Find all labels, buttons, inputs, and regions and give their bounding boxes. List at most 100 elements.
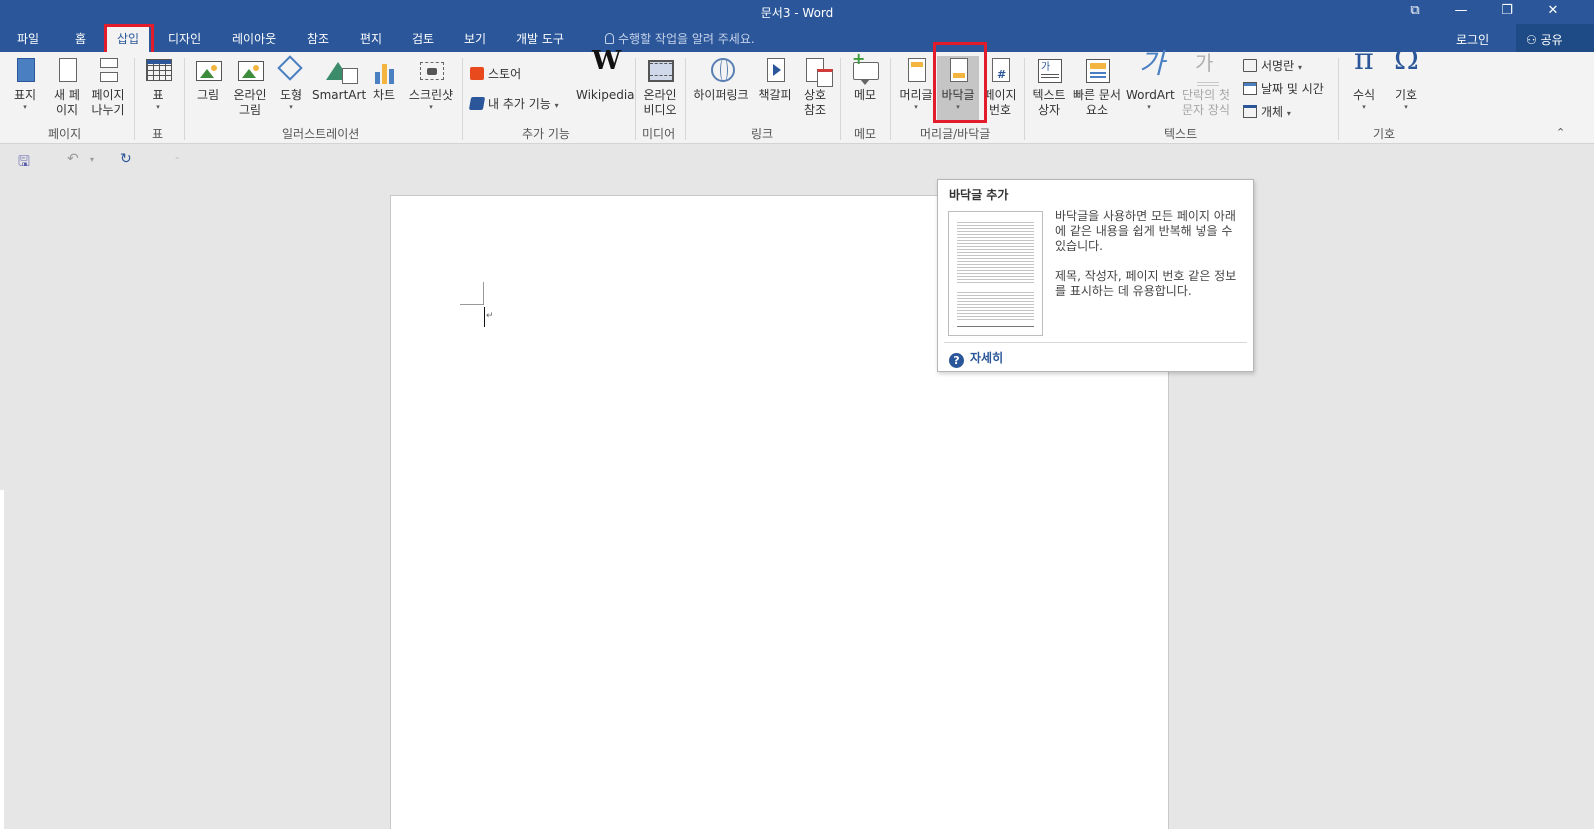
- ribbon-display-options-button[interactable]: ⧉: [1392, 0, 1438, 24]
- store-button[interactable]: 스토어: [470, 65, 521, 82]
- comment-icon: [851, 51, 879, 86]
- table-label: 표: [152, 88, 164, 102]
- collapse-ribbon-icon[interactable]: ⌃: [1556, 126, 1565, 139]
- group-divider: [184, 58, 185, 140]
- tab-home[interactable]: 홈: [75, 30, 86, 47]
- undo-icon[interactable]: ↶: [67, 151, 79, 167]
- tab-mailings[interactable]: 편지: [360, 30, 382, 47]
- signature-icon: [1243, 59, 1257, 72]
- page-break-icon: [94, 56, 122, 86]
- blank-page-icon: [53, 56, 81, 86]
- signature-line-button[interactable]: 서명란 ▾: [1243, 57, 1302, 74]
- cover-page-icon: [11, 56, 39, 86]
- person-icon: ⚇: [1526, 33, 1541, 47]
- quick-parts-icon: [1083, 56, 1111, 86]
- group-divider: [840, 58, 841, 140]
- signature-label: 서명란: [1261, 59, 1295, 73]
- group-text-label: 텍스트: [1164, 127, 1198, 141]
- drop-cap-label-2: 문자 장식: [1182, 103, 1230, 117]
- login-link[interactable]: 로그인: [1456, 31, 1489, 48]
- cross-reference-button[interactable]: 상호 참조: [800, 56, 833, 118]
- tell-me-box[interactable]: 수행할 작업을 알려 주세요.: [605, 30, 755, 47]
- equation-button[interactable]: π 수식 ▾: [1348, 45, 1380, 112]
- bookmark-button[interactable]: 책갈피: [756, 56, 794, 103]
- symbol-button[interactable]: Ω 기호 ▾: [1390, 45, 1422, 112]
- screenshot-button[interactable]: 스크린샷 ▾: [405, 56, 457, 112]
- wordart-button[interactable]: 가 WordArt ▾: [1126, 50, 1175, 112]
- online-pictures-icon: [236, 56, 264, 86]
- cross-reference-label-2: 참조: [803, 103, 827, 117]
- restore-button[interactable]: ❐: [1484, 0, 1530, 24]
- left-strip: [0, 490, 4, 829]
- tab-layout[interactable]: 레이아웃: [232, 30, 276, 47]
- object-button[interactable]: 개체 ▾: [1243, 103, 1291, 120]
- lightbulb-icon: [605, 33, 614, 44]
- group-divider: [462, 58, 463, 140]
- smartart-icon: [324, 56, 358, 86]
- minimize-button[interactable]: —: [1438, 0, 1484, 24]
- date-time-button[interactable]: 날짜 및 시간: [1243, 80, 1324, 97]
- tell-me-more-link[interactable]: ? 자세히: [949, 349, 1003, 368]
- wikipedia-icon: W: [592, 46, 622, 76]
- group-symbols-label: 기호: [1373, 127, 1396, 141]
- blank-page-button[interactable]: 새 페 이지: [50, 56, 84, 118]
- group-header-footer-label: 머리글/바닥글: [920, 127, 991, 141]
- group-divider: [1338, 58, 1339, 140]
- text-box-icon: [1035, 56, 1063, 86]
- text-cursor: [484, 307, 485, 327]
- tooltip-title: 바닥글 추가: [949, 188, 1009, 202]
- blank-page-label-2: 이지: [55, 103, 79, 117]
- tab-references[interactable]: 참조: [307, 30, 329, 47]
- hyperlink-icon: [707, 56, 735, 86]
- group-tables-label: 표: [152, 127, 164, 141]
- tell-me-text: 수행할 작업을 알려 주세요.: [618, 32, 755, 46]
- tab-design[interactable]: 디자인: [168, 30, 201, 47]
- table-button[interactable]: 표 ▾: [143, 56, 173, 112]
- online-video-button[interactable]: 온라인 비디오: [640, 56, 680, 118]
- group-divider: [890, 58, 891, 140]
- header-button[interactable]: 머리글 ▾: [896, 56, 936, 112]
- chart-button[interactable]: 차트: [369, 56, 399, 103]
- wikipedia-label: Wikipedia: [576, 88, 635, 102]
- wikipedia-button[interactable]: W Wikipedia: [576, 46, 635, 103]
- my-addins-button[interactable]: 내 추가 기능 ▾: [468, 95, 559, 112]
- wordart-label: WordArt: [1126, 88, 1175, 102]
- shapes-button[interactable]: 도형 ▾: [276, 55, 306, 112]
- page-number-icon: [986, 56, 1014, 86]
- group-addins-label: 추가 기능: [522, 127, 570, 141]
- cover-page-button[interactable]: 표지 ▾: [10, 56, 40, 112]
- group-media-label: 미디어: [642, 127, 676, 141]
- chart-icon: [370, 56, 398, 86]
- drop-cap-icon: 가: [1195, 51, 1220, 88]
- table-icon: [144, 56, 172, 86]
- page-break-button[interactable]: 페이지 나누기: [88, 56, 128, 118]
- store-icon: [470, 67, 484, 80]
- share-button[interactable]: ⚇ 공유: [1516, 24, 1594, 52]
- quick-parts-button[interactable]: 빠른 문서 요소: [1070, 56, 1124, 118]
- hyperlink-button[interactable]: 하이퍼링크: [690, 56, 752, 103]
- text-box-button[interactable]: 텍스트 상자: [1030, 56, 1068, 118]
- tab-file[interactable]: 파일: [17, 30, 39, 47]
- close-button[interactable]: ✕: [1530, 0, 1576, 24]
- tab-developer[interactable]: 개발 도구: [516, 30, 564, 47]
- tab-review[interactable]: 검토: [412, 30, 434, 47]
- comment-label: 메모: [853, 88, 877, 102]
- drop-cap-button: 가 단락의 첫 문자 장식: [1176, 51, 1236, 118]
- smartart-button[interactable]: SmartArt: [312, 56, 366, 103]
- comment-button[interactable]: 메모: [849, 51, 881, 103]
- tooltip-divider: [944, 342, 1247, 343]
- save-icon[interactable]: 🖫: [18, 151, 30, 175]
- footer-preview-thumbnail: [948, 211, 1043, 336]
- customize-toolbar-icon[interactable]: ⁼: [175, 155, 179, 164]
- online-pictures-button[interactable]: 온라인 그림: [230, 56, 270, 118]
- online-video-label-1: 온라인: [643, 88, 677, 102]
- undo-dropdown-icon[interactable]: ▾: [90, 155, 94, 164]
- group-divider: [1024, 58, 1025, 140]
- redo-icon[interactable]: ↻: [120, 151, 132, 167]
- picture-button[interactable]: 그림: [193, 56, 223, 103]
- tab-view[interactable]: 보기: [464, 30, 486, 47]
- margin-corner-mark: [483, 282, 484, 305]
- text-box-label-1: 텍스트: [1032, 88, 1066, 102]
- header-label: 머리글: [899, 88, 933, 102]
- object-label: 개체: [1261, 105, 1284, 119]
